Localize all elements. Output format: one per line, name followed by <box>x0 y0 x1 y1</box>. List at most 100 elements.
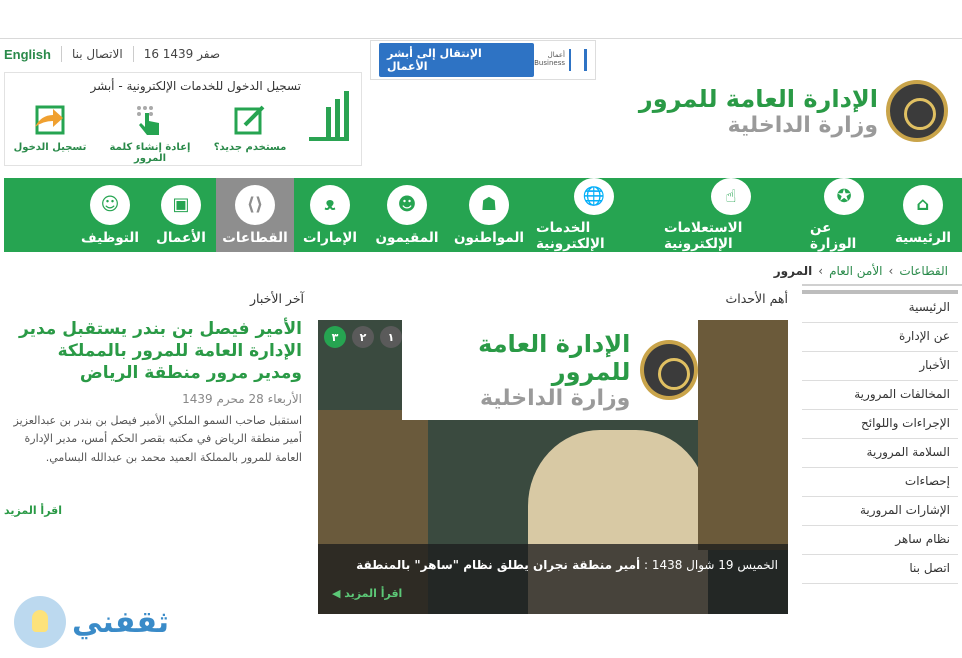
lightbulb-icon <box>14 596 66 648</box>
traffic-emblem-icon <box>886 80 948 142</box>
sidebar-item[interactable]: الأخبار <box>802 352 958 381</box>
breadcrumb-item[interactable]: الأمن العام <box>829 264 882 278</box>
slide-dot[interactable]: ٢ <box>352 326 374 348</box>
residents-icon: ☻ <box>387 184 427 225</box>
absher-business-logo: أعمال Business <box>534 49 587 71</box>
briefcase-icon: ▣ <box>161 184 201 225</box>
home-icon: ⌂ <box>903 184 943 225</box>
nav-item-label: الاستعلامات الإلكترونية <box>664 220 743 252</box>
slide-dot[interactable]: ٣ <box>324 326 346 348</box>
sidebar-menu: الرئيسية عن الإدارة الأخبار المخالفات المرو… <box>802 290 958 584</box>
login-option[interactable]: تسجيل الدخول <box>5 103 95 153</box>
absher-title: تسجيل الدخول للخدمات الإلكترونية - أبشر <box>90 79 301 93</box>
nav-item-label: المواطنون <box>453 229 525 246</box>
news-heading: آخر الأخبار <box>250 291 305 306</box>
news-date: الأربعاء 28 محرم 1439 <box>182 392 302 407</box>
header-divider <box>0 38 962 39</box>
brand-title: الإدارة العامة للمرور <box>638 84 878 113</box>
slide-dot[interactable]: ١ <box>380 326 402 348</box>
traffic-emblem-icon <box>640 340 698 400</box>
main-nav: ⌂ الرئيسية ✪ عن الوزارة ☝ الاستعلامات الإلكتر… <box>4 178 962 252</box>
overlay-title: الإدارة العامة للمرور <box>478 329 631 386</box>
people-icon: ☺ <box>90 184 130 225</box>
nav-item-label: المقيمون <box>375 229 439 246</box>
sidebar-item[interactable]: السلامة المرورية <box>802 439 958 468</box>
edit-icon <box>233 103 267 137</box>
nav-item-label: الأعمال <box>156 229 206 246</box>
divider <box>132 46 134 62</box>
nav-item-label: القطاعات <box>222 229 288 246</box>
caption-text[interactable]: أمير منطقة نجران يطلق نظام "ساهر" بالمنط… <box>356 558 640 572</box>
site-logo[interactable]: الإدارة العامة للمرور وزارة الداخلية <box>639 80 948 142</box>
citizen-icon: ☗ <box>469 184 509 225</box>
photo-region <box>698 320 788 550</box>
share-icon: ⟨⟩ <box>235 184 275 225</box>
english-link[interactable]: English <box>4 47 51 62</box>
events-slider[interactable]: الإدارة العامة للمرور وزارة الداخلية ٣ ٢… <box>318 320 788 614</box>
overlay-subtitle: وزارة الداخلية <box>479 385 631 411</box>
chevron-left-icon: ‹ <box>888 264 894 278</box>
sidebar-item[interactable]: عن الإدارة <box>802 323 958 352</box>
nav-item[interactable]: ▣ الأعمال <box>146 178 216 252</box>
breadcrumb-current: المرور <box>773 264 813 278</box>
absher-logo-icon <box>309 91 349 147</box>
divider <box>60 46 62 62</box>
breadcrumb: القطاعات ‹ الأمن العام ‹ المرور <box>774 264 948 278</box>
nav-item[interactable]: ⌂ الرئيسية <box>884 178 962 252</box>
absher-mark-icon <box>569 49 587 71</box>
sidebar-item[interactable]: اتصل بنا <box>802 555 958 584</box>
emblem-icon: ✪ <box>824 178 864 215</box>
news-headline[interactable]: الأمير فيصل بن بندر يستقبل مدير الإدارة … <box>4 318 302 384</box>
contact-link[interactable]: الاتصال بنا <box>72 47 123 61</box>
caption-date: الخميس 19 شوال 1438 : <box>643 558 778 572</box>
emirates-icon: ᴥ <box>310 184 350 225</box>
pointer-icon: ☝ <box>711 178 751 215</box>
nav-item[interactable]: ☝ الاستعلامات الإلكترونية <box>658 178 804 252</box>
sidebar-item[interactable]: الإجراءات واللوائح <box>802 410 958 439</box>
watermark-text: ثقفني <box>72 604 170 640</box>
nav-item[interactable]: ⟨⟩ القطاعات <box>216 178 294 252</box>
utility-bar: English الاتصال بنا 16 صفر 1439 <box>4 44 220 64</box>
sidebar-item[interactable]: نظام ساهر <box>802 526 958 555</box>
events-heading: أهم الأحداث <box>725 291 789 306</box>
nav-item-label: عن الوزارة <box>810 220 857 252</box>
login-label: تسجيل الدخول <box>13 142 87 153</box>
reset-password-option[interactable]: إعادة إنشاء كلمة المرور <box>95 103 205 164</box>
business-banner: الإنتقال إلى أبشر الأعمال أعمال Business <box>370 40 596 80</box>
sidebar-item[interactable]: المخالفات المرورية <box>802 381 958 410</box>
nav-item-label: الخدمات الإلكترونية <box>536 220 605 252</box>
breadcrumb-item[interactable]: القطاعات <box>899 264 948 278</box>
tap-icon <box>133 103 167 137</box>
slide-caption: الخميس 19 شوال 1438 : أمير منطقة نجران ي… <box>318 544 788 614</box>
sidebar-item[interactable]: الرئيسية <box>802 294 958 323</box>
nav-item-label: الإمارات <box>302 229 358 246</box>
absher-business-button[interactable]: الإنتقال إلى أبشر الأعمال <box>379 43 535 77</box>
chevron-left-icon: ‹ <box>818 264 824 278</box>
logo-en: Business <box>534 59 565 67</box>
watermark: ثقفني <box>14 596 169 648</box>
sidebar-item[interactable]: إحصاءات <box>802 468 958 497</box>
brand-subtitle: وزارة الداخلية <box>727 112 878 138</box>
read-more-link[interactable]: ◀ اقرأ المزيد <box>332 587 402 600</box>
reset-password-label: إعادة إنشاء كلمة المرور <box>109 142 191 164</box>
slide-logo-overlay: الإدارة العامة للمرور وزارة الداخلية <box>402 320 698 420</box>
absher-login-box: تسجيل الدخول للخدمات الإلكترونية - أبشر … <box>4 72 362 166</box>
login-icon <box>33 103 67 137</box>
hijri-date: 16 صفر 1439 <box>143 47 221 61</box>
new-user-label: مستخدم جديد؟ <box>213 142 287 153</box>
nav-item[interactable]: 🌐 الخدمات الإلكترونية <box>530 178 658 252</box>
sidebar-item[interactable]: الإشارات المرورية <box>802 497 958 526</box>
read-more-link[interactable]: اقرأ المزيد <box>4 504 62 517</box>
new-user-option[interactable]: مستخدم جديد؟ <box>205 103 295 153</box>
nav-item[interactable]: ☗ المواطنون <box>448 178 530 252</box>
nav-item-label: الرئيسية <box>894 229 952 246</box>
news-body: استقبل صاحب السمو الملكي الأمير فيصل بن … <box>13 414 302 464</box>
nav-item[interactable]: ✪ عن الوزارة <box>804 178 884 252</box>
nav-item[interactable]: ᴥ الإمارات <box>294 178 366 252</box>
slide-pager: ٣ ٢ ١ <box>324 326 402 348</box>
divider <box>802 284 962 286</box>
nav-item[interactable]: ☻ المقيمون <box>366 178 448 252</box>
nav-item[interactable]: ☺ التوظيف <box>74 178 146 252</box>
nav-item-label: التوظيف <box>81 229 139 246</box>
news-item: الأمير فيصل بن بندر يستقبل مدير الإدارة … <box>4 318 302 517</box>
